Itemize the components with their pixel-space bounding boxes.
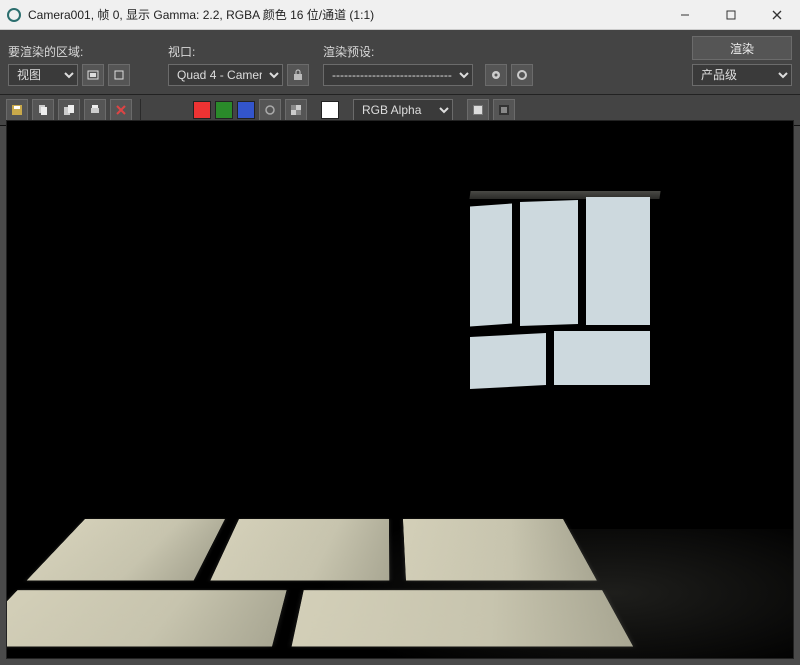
- quality-select[interactable]: 产品级: [692, 64, 792, 86]
- titlebar: Camera001, 帧 0, 显示 Gamma: 2.2, RGBA 颜色 1…: [0, 0, 800, 30]
- floor-light-cell: [403, 519, 597, 581]
- white-swatch[interactable]: [321, 101, 339, 119]
- toggle-a-icon[interactable]: [467, 99, 489, 121]
- floor-light-cell: [27, 519, 225, 581]
- blue-channel-swatch[interactable]: [237, 101, 255, 119]
- floor-light-cell: [6, 590, 287, 646]
- region-crop-icon[interactable]: [108, 64, 130, 86]
- save-icon[interactable]: [6, 99, 28, 121]
- window-title: Camera001, 帧 0, 显示 Gamma: 2.2, RGBA 颜色 1…: [28, 6, 662, 23]
- minimize-button[interactable]: [662, 0, 708, 29]
- window-pane: [520, 200, 578, 326]
- close-button[interactable]: [754, 0, 800, 29]
- delete-icon[interactable]: [110, 99, 132, 121]
- rendered-window: [470, 199, 660, 409]
- region-label: 要渲染的区域:: [8, 43, 130, 60]
- region-select[interactable]: 视图: [8, 64, 78, 86]
- alpha-icon[interactable]: [285, 99, 307, 121]
- toggle-b-icon[interactable]: [493, 99, 515, 121]
- window-pane: [586, 197, 650, 325]
- clone-icon[interactable]: [58, 99, 80, 121]
- viewport-col: 视口: Quad 4 - Camera0: [168, 43, 309, 86]
- render-viewport[interactable]: [15, 129, 785, 650]
- render-button[interactable]: 渲染: [692, 36, 792, 60]
- floor-light: [13, 519, 607, 594]
- render-col: 渲染 产品级: [692, 36, 792, 86]
- window-buttons: [662, 0, 800, 29]
- render-button-label: 渲染: [730, 40, 754, 57]
- green-channel-swatch[interactable]: [215, 101, 233, 119]
- toolbar-row-1: 要渲染的区域: 视图 视口: Quad 4 - Camera0 渲染预设:: [0, 30, 800, 95]
- region-col: 要渲染的区域: 视图: [8, 43, 130, 86]
- window-pane: [470, 204, 512, 327]
- render-viewport-frame: [6, 120, 794, 659]
- viewport-label: 视口:: [168, 43, 309, 60]
- circle-icon[interactable]: [259, 99, 281, 121]
- red-channel-swatch[interactable]: [193, 101, 211, 119]
- app-icon: [6, 7, 22, 23]
- render-produce-icon[interactable]: [485, 64, 507, 86]
- print-icon[interactable]: [84, 99, 106, 121]
- window-pane: [554, 331, 650, 385]
- preset-label: 渲染预设:: [323, 43, 533, 60]
- preset-col: 渲染预设: -------------------------------: [323, 43, 533, 86]
- preset-select[interactable]: -------------------------------: [323, 64, 473, 86]
- region-window-icon[interactable]: [82, 64, 104, 86]
- copy-icon[interactable]: [32, 99, 54, 121]
- render-settings-icon[interactable]: [511, 64, 533, 86]
- lock-icon[interactable]: [287, 64, 309, 86]
- floor-light-cell: [210, 519, 389, 581]
- floor-light-cell: [292, 590, 633, 646]
- window-pane: [470, 333, 546, 389]
- viewport-select[interactable]: Quad 4 - Camera0: [168, 64, 283, 86]
- channel-select[interactable]: RGB Alpha: [353, 99, 453, 121]
- maximize-button[interactable]: [708, 0, 754, 29]
